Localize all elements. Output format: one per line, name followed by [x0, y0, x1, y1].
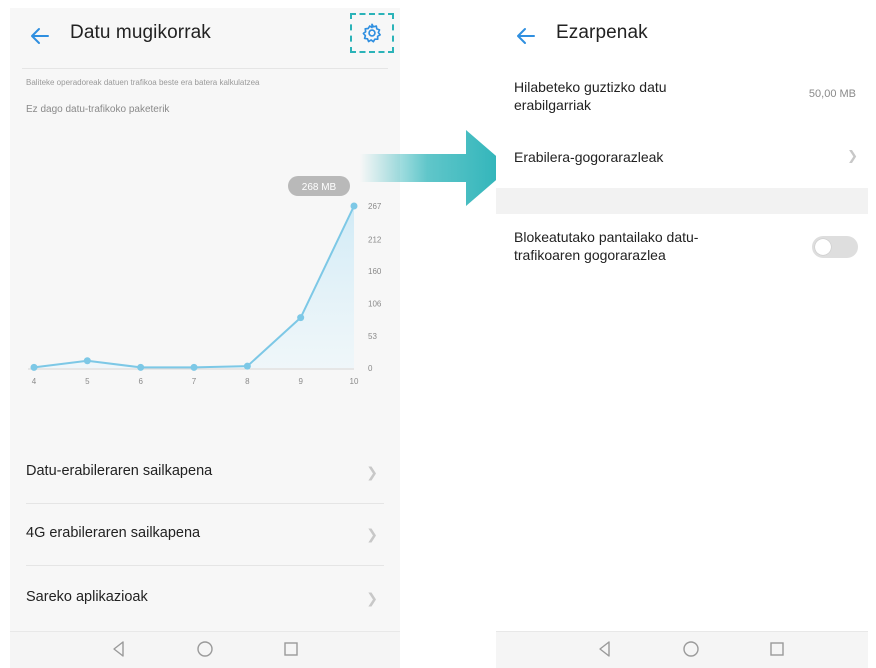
data-point-10	[350, 202, 358, 210]
nav-recents-icon[interactable]	[280, 638, 302, 660]
data-point-8	[243, 362, 251, 370]
monthly-data-value: 50,00 MB	[808, 88, 856, 100]
list-item-label: Sareko aplikazioak	[26, 589, 148, 605]
nav-home-icon[interactable]	[680, 638, 702, 660]
header-divider	[22, 68, 388, 69]
data-point-5	[83, 357, 91, 365]
data-point-6	[137, 363, 145, 371]
page-title: Ezarpenak	[556, 22, 648, 43]
usage-badge-label: 268 MB	[302, 182, 337, 193]
x-tick-label: 9	[298, 377, 303, 386]
system-nav-bar	[496, 631, 868, 668]
chevron-right-icon: ❯	[366, 590, 378, 606]
usage-reminders-row[interactable]: Erabilera-gogorarazleak ❯	[496, 126, 868, 188]
back-arrow-icon[interactable]	[28, 24, 52, 48]
back-arrow-icon[interactable]	[514, 24, 538, 48]
monthly-data-label: Hilabeteko guztizko datu erabilgarriak	[514, 79, 667, 113]
operator-note: Baliteke operadoreak datuen trafikoa bes…	[26, 78, 260, 87]
x-tick-label: 7	[192, 377, 197, 386]
chevron-right-icon: ❯	[847, 148, 858, 163]
list-item-label: Datu-erabileraren sailkapena	[26, 463, 213, 479]
x-tick-label: 4	[32, 377, 37, 386]
x-tick-label: 5	[85, 377, 90, 386]
list-item-network-apps[interactable]: Sareko aplikazioak ❯	[10, 568, 400, 630]
data-point-4	[30, 363, 38, 371]
chevron-right-icon: ❯	[366, 526, 378, 542]
settings-group-plan: Hilabeteko guztizko datu erabilgarriak 5…	[496, 64, 868, 188]
toggle-knob	[815, 239, 831, 255]
chevron-right-icon: ❯	[366, 464, 378, 480]
list-item-label: 4G erabileraren sailkapena	[26, 525, 201, 541]
settings-screen: Ezarpenak Hilabeteko guztizko datu erabi…	[496, 8, 868, 668]
nav-back-icon[interactable]	[594, 638, 616, 660]
y-tick-label: 212	[368, 235, 382, 244]
settings-highlight	[350, 13, 394, 53]
list-item-data-ranking[interactable]: Datu-erabileraren sailkapena ❯	[10, 442, 400, 504]
usage-chart: 4 5 6 7 8 9 10267212160106530268 MB	[28, 176, 382, 386]
system-nav-bar	[10, 631, 400, 668]
data-usage-screen: Datu mugikorrak Baliteke operadoreak dat…	[10, 8, 400, 668]
data-point-9	[297, 314, 305, 322]
lockscreen-reminder-toggle[interactable]	[812, 236, 858, 258]
app-bar: Ezarpenak	[496, 8, 868, 64]
lockscreen-reminder-label: Blokeatutako pantailako datu-trafikoaren…	[514, 229, 699, 263]
app-bar: Datu mugikorrak	[10, 8, 400, 64]
page-title: Datu mugikorrak	[70, 22, 211, 43]
y-tick-label: 53	[368, 332, 377, 341]
nav-back-icon[interactable]	[108, 638, 130, 660]
x-tick-label: 8	[245, 377, 250, 386]
usage-reminders-label: Erabilera-gogorarazleak	[514, 149, 664, 165]
data-point-7	[190, 363, 198, 371]
x-tick-label: 10	[350, 377, 359, 386]
x-tick-label: 6	[138, 377, 143, 386]
nav-recents-icon[interactable]	[766, 638, 788, 660]
no-plan-note: Ez dago datu-trafikoko paketerik	[26, 104, 170, 115]
lockscreen-reminder-row[interactable]: Blokeatutako pantailako datu-trafikoaren…	[496, 214, 868, 276]
gear-icon[interactable]	[361, 22, 383, 44]
y-tick-label: 0	[368, 364, 373, 373]
settings-group-lockscreen: Blokeatutako pantailako datu-trafikoaren…	[496, 214, 868, 654]
nav-home-icon[interactable]	[194, 638, 216, 660]
monthly-data-row[interactable]: Hilabeteko guztizko datu erabilgarriak 5…	[496, 64, 868, 126]
divider	[26, 565, 384, 566]
y-tick-label: 106	[368, 300, 382, 309]
y-tick-label: 160	[368, 267, 382, 276]
chart-area	[34, 206, 354, 368]
list-item-4g-ranking[interactable]: 4G erabileraren sailkapena ❯	[10, 504, 400, 566]
